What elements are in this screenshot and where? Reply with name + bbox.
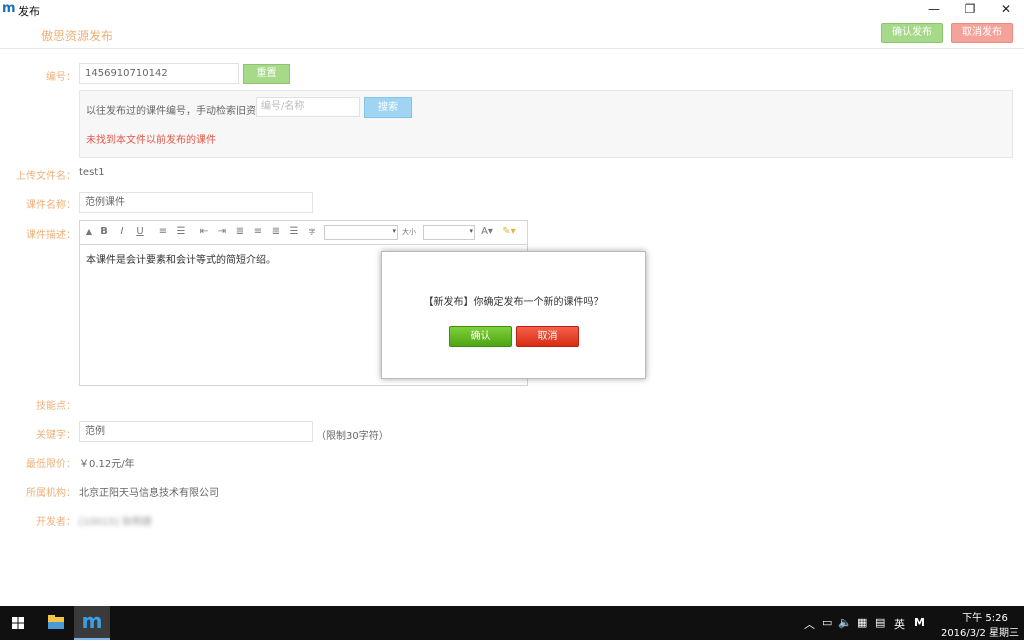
close-button[interactable]: ✕ [988,0,1024,18]
file-value: test1 [79,167,105,178]
organization-value: 北京正阳天马信息技术有限公司 [79,488,219,499]
highlight-color-icon[interactable]: ✎▾ [502,225,516,239]
battery-icon[interactable]: ▭ [822,616,832,629]
description-text[interactable]: 本课件是会计要素和会计等式的简短介绍。 [86,251,276,266]
page-header: 傲思资源发布 确认发布 取消发布 [0,18,1024,49]
dialog-ok-button[interactable]: 确认 [449,326,512,347]
file-explorer-button[interactable] [38,606,74,640]
description-label: 课件描述： [26,230,76,241]
underline-button[interactable]: U [133,225,147,239]
ime-indicator[interactable]: 英 [894,616,905,632]
skill-point-label: 技能点： [36,401,76,412]
keyword-label: 关键字： [36,430,76,441]
not-found-message: 未找到本文件以前发布的课件 [86,135,216,146]
file-label: 上传文件名： [16,171,76,182]
keyword-limit: （限制30字符） [316,431,389,442]
volume-icon[interactable]: 🔈 [838,616,852,629]
align-center-icon[interactable]: ≡ [251,225,265,239]
app-taskbar-button[interactable]: m [74,606,110,640]
organization-label: 所属机构： [26,488,76,499]
windows-icon [12,617,24,629]
cancel-publish-button[interactable]: 取消发布 [951,23,1013,43]
ime-mode-icon[interactable]: M [914,616,925,629]
developer-label: 开发者： [36,517,76,528]
chevron-up-icon[interactable]: ︿ [804,616,815,632]
min-price-value: ￥0.12元/年 [79,459,135,470]
font-family-select[interactable]: ▾ [324,225,398,240]
clock-date[interactable]: 2016/3/2 星期三 [940,624,1020,639]
font-color-icon[interactable]: A▾ [480,225,494,239]
page-title: 傲思资源发布 [41,29,114,43]
font-size-select[interactable]: ▾ [423,225,475,240]
confirm-dialog: 【新发布】你确定发布一个新的课件吗？ 确认 取消 [381,251,646,379]
restore-button[interactable]: ❐ [952,0,988,18]
reset-button[interactable]: 重置 [243,64,290,84]
unordered-list-icon[interactable]: ☰ [174,225,188,239]
course-name-input[interactable]: 范例课件 [79,192,313,213]
app-logo-icon: m [2,1,16,16]
italic-button[interactable]: I [115,225,129,239]
keyword-input[interactable]: 范例 [79,421,313,442]
app-taskbar-icon: m [81,609,103,633]
clock-time[interactable]: 下午 5:26 [952,609,1018,624]
align-right-icon[interactable]: ≣ [269,225,283,239]
minimize-button[interactable]: — [916,0,952,18]
search-button[interactable]: 搜索 [364,97,412,118]
ordered-list-icon[interactable]: ≡ [156,225,170,239]
editor-toolbar: ▲ B I U ≡ ☰ ⇤ ⇥ ≣ ≡ ≣ ☰ 字 ▾ 大小 ▾ A▾ ✎▾ [80,221,527,245]
search-input[interactable]: 编号/名称 [256,97,360,117]
developer-value: [10015] 张明德 [79,517,152,528]
outdent-icon[interactable]: ⇤ [197,225,211,239]
bold-button[interactable]: B [97,225,111,239]
collapse-icon[interactable]: ▲ [82,225,96,239]
indent-icon[interactable]: ⇥ [215,225,229,239]
folder-icon [48,615,64,629]
title-bar: m 发布 — ❐ ✕ [0,0,1024,18]
font-size-icon: 大小 [402,228,416,236]
min-price-label: 最低限价： [26,459,76,470]
font-family-icon: 字 [308,228,316,236]
network-icon[interactable]: ▦ [857,616,867,629]
align-left-icon[interactable]: ≣ [233,225,247,239]
course-name-label: 课件名称： [26,200,76,211]
dialog-cancel-button[interactable]: 取消 [516,326,579,347]
confirm-publish-button[interactable]: 确认发布 [881,23,943,43]
code-label: 编号： [46,72,76,83]
old-resource-search-panel: 以往发布过的课件编号，手动检索旧资源： 编号/名称 搜索 未找到本文件以前发布的… [79,90,1013,158]
justify-icon[interactable]: ☰ [287,225,301,239]
notification-icon[interactable]: ▤ [875,616,885,629]
search-hint: 以往发布过的课件编号，手动检索旧资源： [86,106,276,117]
window-title: 发布 [18,5,40,18]
taskbar: m ︿ ▭ 🔈 ▦ ▤ 英 M 下午 5:26 2016/3/2 星期三 [0,606,1024,640]
code-input[interactable]: 1456910710142 [79,63,239,84]
dialog-message: 【新发布】你确定发布一个新的课件吗？ [423,297,604,308]
start-button[interactable] [0,606,36,640]
